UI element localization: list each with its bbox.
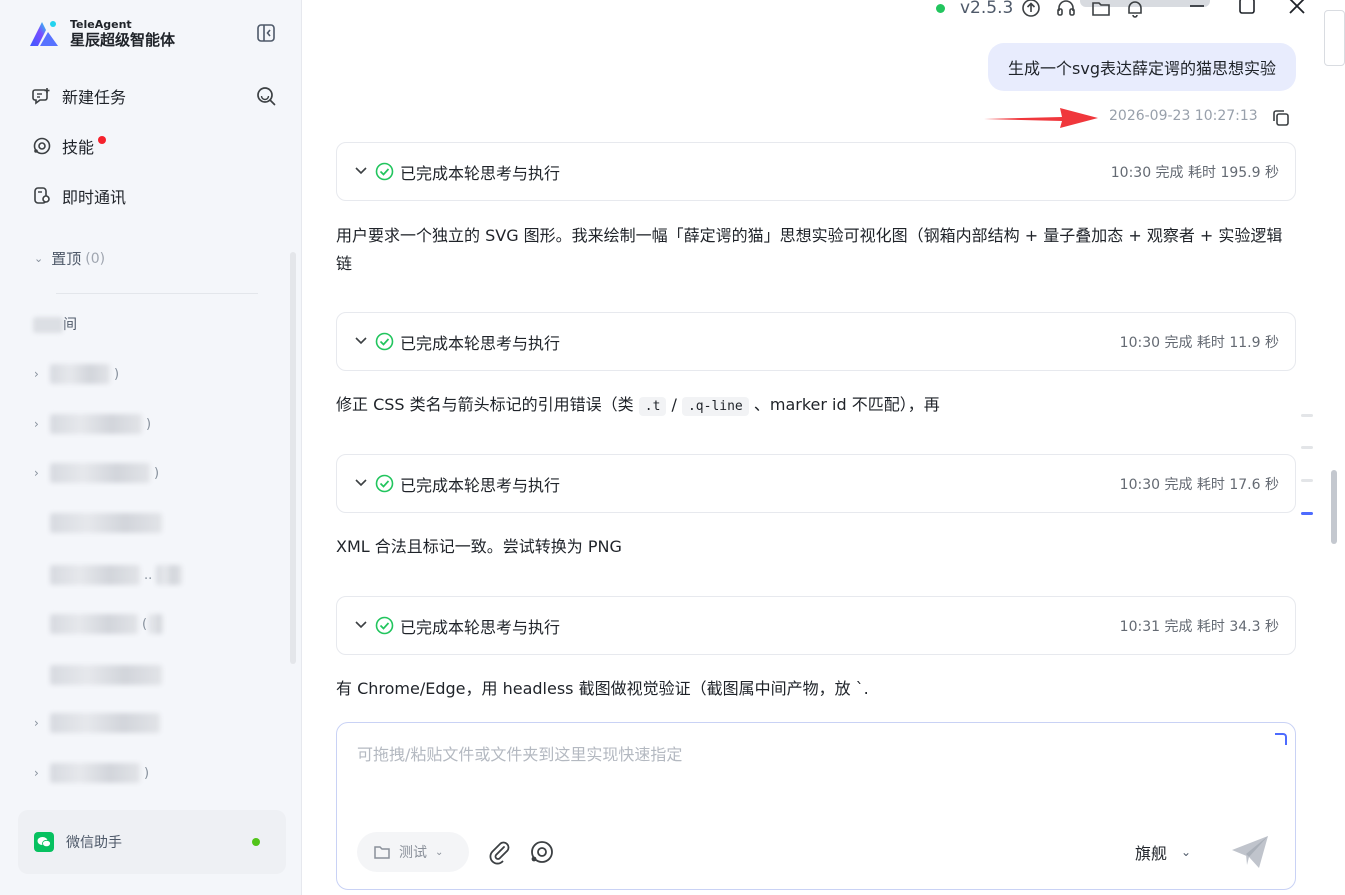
chat-scrollbar[interactable] (1331, 470, 1337, 544)
workspace-item[interactable]: › ) (34, 461, 159, 485)
workspace-label: 间 (33, 314, 77, 334)
assistant-message: 修正 CSS 类名与箭头标记的引用错误（类 .t / .q-line 、mark… (336, 395, 940, 416)
send-icon[interactable] (1229, 833, 1271, 871)
wechat-label: 微信助手 (66, 835, 122, 851)
divider (56, 293, 258, 294)
workspace-item[interactable]: .. (34, 563, 183, 587)
sidebar-item-label: 技能 (62, 138, 95, 157)
annotation-arrow-icon (984, 108, 1098, 128)
brand-zh: 星辰超级智能体 (70, 30, 176, 49)
teleagent-logo-icon (30, 21, 58, 46)
workspace-item[interactable]: › ) (34, 362, 119, 386)
workspace-item-tail: ) (144, 765, 150, 781)
scroll-marker[interactable] (1301, 414, 1313, 417)
chevron-right-icon: › (34, 716, 39, 730)
copy-icon[interactable] (1271, 108, 1291, 128)
inline-code: .q-line (681, 397, 749, 416)
pinned-count: (0) (85, 250, 106, 267)
assistant-message: XML 合法且标记一致。尝试转换为 PNG (336, 537, 622, 556)
round-meta: 10:30 完成 耗时 17.6 秒 (1119, 477, 1279, 493)
sidebar-item-new-task[interactable]: 新建任务 (32, 82, 126, 110)
side-panel-handle[interactable] (1324, 10, 1345, 66)
sidebar-item-skill[interactable]: 技能 (32, 132, 107, 160)
workspace-item[interactable]: › (34, 711, 164, 735)
sidebar-item-im[interactable]: 即时通讯 (32, 182, 126, 210)
im-icon (34, 187, 50, 204)
inline-code: .t (638, 397, 667, 416)
notification-dot (98, 136, 107, 144)
app-logo: TeleAgent 星辰超级智能体 (26, 18, 175, 50)
folder-selector[interactable]: 测试 ⌄ (357, 832, 469, 872)
model-label: 旗舰 (1135, 844, 1168, 863)
message-input[interactable] (357, 741, 1257, 821)
brand-en: TeleAgent (70, 18, 132, 32)
round-meta: 10:30 完成 耗时 11.9 秒 (1119, 335, 1279, 351)
search-icon[interactable] (255, 85, 277, 107)
chevron-down-icon: ⌄ (34, 252, 44, 265)
attachment-icon[interactable] (487, 839, 513, 865)
collapse-sidebar-icon[interactable] (255, 22, 277, 44)
chevron-right-icon: › (34, 367, 39, 381)
folder-icon (374, 846, 390, 859)
chevron-right-icon: › (34, 766, 39, 780)
chevron-right-icon: › (34, 466, 39, 480)
composer: 测试 ⌄ 旗舰 ⌄ (336, 722, 1296, 890)
chevron-down-icon: ⌄ (435, 846, 444, 858)
scroll-marker[interactable] (1301, 446, 1313, 449)
chevron-down-icon[interactable] (354, 618, 368, 632)
round-title: 已完成本轮思考与执行 (400, 334, 561, 353)
sidebar: TeleAgent 星辰超级智能体 新建任务 技能 即时通讯 ⌄ 置顶 (0) … (0, 0, 302, 895)
workspace-item[interactable] (34, 511, 166, 535)
model-selector[interactable]: 旗舰 ⌄ (1135, 840, 1191, 864)
sidebar-item-label: 新建任务 (62, 88, 127, 107)
skill-icon (33, 137, 51, 155)
scroll-marker[interactable] (1301, 479, 1313, 482)
round-title: 已完成本轮思考与执行 (400, 164, 561, 183)
new-task-icon (32, 88, 50, 105)
workspace-item-tail: .. (144, 567, 153, 583)
assistant-message: 有 Chrome/Edge，用 headless 截图做视觉验证（截图属中间产物… (336, 679, 869, 698)
thinking-round-card[interactable]: 已完成本轮思考与执行 10:30 完成 耗时 17.6 秒 (336, 454, 1296, 513)
thinking-round-card[interactable]: 已完成本轮思考与执行 10:31 完成 耗时 34.3 秒 (336, 596, 1296, 655)
check-circle-icon (375, 616, 394, 635)
round-title: 已完成本轮思考与执行 (400, 618, 561, 637)
chevron-down-icon[interactable] (354, 164, 368, 178)
sidebar-item-label: 即时通讯 (62, 188, 127, 207)
workspace-item[interactable]: › ) (34, 412, 151, 436)
folder-chip-label: 测试 (399, 845, 427, 861)
scroll-marker-active[interactable] (1301, 512, 1313, 515)
workspace-item[interactable]: ( (34, 612, 164, 636)
chevron-right-icon: › (34, 417, 39, 431)
assistant-message: 用户要求一个独立的 SVG 图形。我来绘制一幅「薛定谔的猫」思想实验可视化图（钢… (336, 226, 1283, 273)
round-meta: 10:31 完成 耗时 34.3 秒 (1119, 619, 1279, 635)
expand-corner-icon[interactable] (1275, 733, 1287, 745)
online-status-dot (252, 838, 260, 846)
workspace-item-tail: ) (146, 416, 152, 432)
wechat-assistant[interactable]: 微信助手 (18, 810, 286, 874)
chevron-down-icon[interactable] (354, 334, 368, 348)
round-meta: 10:30 完成 耗时 195.9 秒 (1110, 165, 1279, 181)
chevron-down-icon[interactable] (354, 476, 368, 490)
workspace-item-tail: ) (154, 465, 160, 481)
check-circle-icon (375, 162, 394, 181)
wechat-icon (34, 832, 54, 852)
sidebar-scrollbar[interactable] (290, 252, 296, 664)
workspace-item-tail: ) (114, 366, 120, 382)
round-title: 已完成本轮思考与执行 (400, 476, 561, 495)
message-timestamp: 2026-09-23 10:27:13 (1109, 108, 1258, 124)
pinned-label: 置顶 (51, 250, 82, 268)
workspace-item[interactable]: › ) (34, 761, 149, 785)
workspace-item[interactable] (34, 663, 166, 687)
thinking-round-card[interactable]: 已完成本轮思考与执行 10:30 完成 耗时 11.9 秒 (336, 312, 1296, 371)
check-circle-icon (375, 332, 394, 351)
chevron-down-icon: ⌄ (1181, 845, 1192, 859)
check-circle-icon (375, 474, 394, 493)
user-message: 生成一个svg表达薛定谔的猫思想实验 (988, 43, 1296, 91)
chat-area: 生成一个svg表达薛定谔的猫思想实验 2026-09-23 10:27:13 已… (302, 0, 1322, 720)
pinned-section-toggle[interactable]: ⌄ 置顶 (0) (34, 248, 105, 269)
workspace-item-tail: ( (142, 616, 148, 632)
thinking-round-card[interactable]: 已完成本轮思考与执行 10:30 完成 耗时 195.9 秒 (336, 142, 1296, 201)
skill-icon[interactable] (529, 839, 555, 865)
